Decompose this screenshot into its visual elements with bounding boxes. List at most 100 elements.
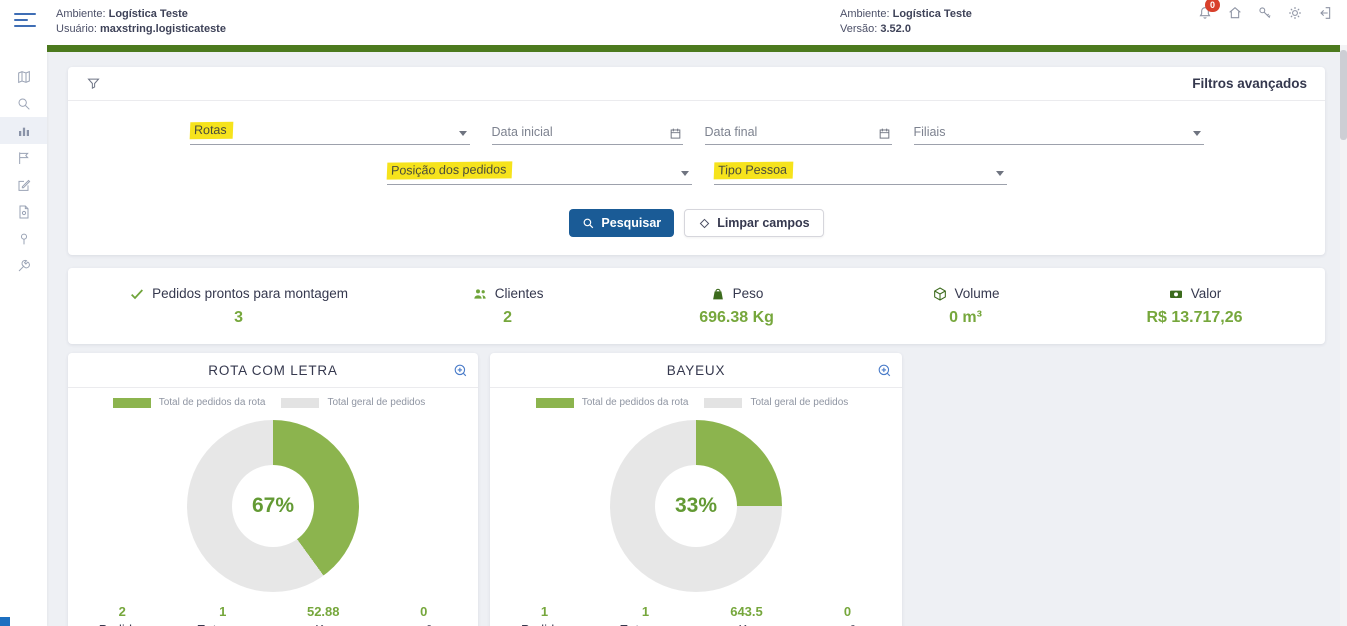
route-charts: ROTA COM LETRA Total de pedidos da rota … — [68, 353, 1325, 626]
posicao-pedidos-select[interactable]: Posição dos pedidos — [387, 161, 692, 185]
data-inicial-input[interactable]: Data inicial — [492, 121, 683, 145]
stat-label: Entregas — [173, 622, 274, 626]
stat-label: Pedidos — [494, 622, 595, 626]
versao-value: 3.52.0 — [880, 23, 911, 35]
key-icon[interactable] — [1257, 5, 1273, 21]
route-title: BAYEUX — [667, 363, 726, 378]
summary-pedidos-prontos: Pedidos prontos para montagem 3 — [84, 286, 393, 327]
stat-label: m³ — [797, 622, 898, 626]
legend-label-rota: Total de pedidos da rota — [582, 397, 689, 408]
summary-label: Volume — [955, 286, 1000, 301]
summary-peso: Peso 696.38 Kg — [622, 286, 851, 327]
stat-value: 0 — [374, 604, 475, 619]
sidebar-item-search[interactable] — [0, 90, 47, 117]
sidebar-item-flag[interactable] — [0, 144, 47, 171]
summary-label: Valor — [1191, 286, 1222, 301]
legend-label-geral: Total geral de pedidos — [750, 397, 848, 408]
rotas-select[interactable]: Rotas — [190, 121, 470, 145]
search-button-label: Pesquisar — [601, 216, 661, 230]
filter-row-1: Rotas Data inicial Data final — [68, 121, 1325, 145]
environment-info-left: Ambiente: Logística Teste Usuário: maxst… — [56, 7, 226, 37]
legend-label-geral: Total geral de pedidos — [327, 397, 425, 408]
data-inicial-placeholder: Data inicial — [492, 125, 553, 139]
versao-label: Versão: — [840, 23, 877, 35]
summary-value: 696.38 Kg — [699, 309, 774, 327]
stat-entregas: 1 Entregas — [173, 604, 274, 626]
route-stats: 1 Pedidos 1 Entregas 643.5 Kg 0 m³ — [490, 604, 902, 626]
clients-icon — [472, 286, 488, 302]
rotas-label: Rotas — [189, 122, 232, 139]
legend-swatch-rota — [536, 398, 574, 408]
filters-header: Filtros avançados — [68, 67, 1325, 101]
notifications-icon[interactable]: 0 — [1197, 5, 1213, 21]
clear-fields-button[interactable]: Limpar campos — [684, 209, 823, 237]
calendar-icon[interactable] — [669, 127, 682, 140]
tipo-pessoa-label: Tipo Pessoa — [713, 162, 793, 180]
floating-corner-button[interactable] — [0, 617, 10, 626]
stat-kg: 643.5 Kg — [696, 604, 797, 626]
ambiente-label-center: Ambiente: — [840, 8, 890, 20]
home-icon[interactable] — [1227, 5, 1243, 21]
legend-swatch-geral — [281, 398, 319, 408]
calendar-icon[interactable] — [878, 127, 891, 140]
stat-label: Entregas — [595, 622, 696, 626]
summary-volume: Volume 0 m³ — [851, 286, 1080, 327]
data-final-placeholder: Data final — [705, 125, 758, 139]
tipo-pessoa-select[interactable]: Tipo Pessoa — [714, 161, 1007, 185]
eraser-icon — [698, 217, 711, 230]
chevron-down-icon — [681, 171, 689, 176]
ambiente-label: Ambiente: — [56, 8, 106, 20]
summary-panel: Pedidos prontos para montagem 3 Clientes… — [68, 268, 1325, 344]
environment-info-center: Ambiente: Logística Teste Versão: 3.52.0 — [840, 7, 972, 37]
search-icon — [582, 217, 595, 230]
zoom-in-icon[interactable] — [877, 363, 892, 378]
scrollbar-thumb[interactable] — [1340, 50, 1347, 140]
stat-value: 2 — [72, 604, 173, 619]
clear-fields-label: Limpar campos — [717, 216, 809, 230]
stat-m3: 0 m³ — [374, 604, 475, 626]
brand-green-bar — [47, 45, 1347, 52]
chevron-down-icon — [1193, 131, 1201, 136]
chevron-down-icon — [996, 171, 1004, 176]
logout-icon[interactable] — [1317, 5, 1333, 21]
sidebar-item-document[interactable] — [0, 198, 47, 225]
route-stats: 2 Pedidos 1 Entregas 52.88 Kg 0 m³ — [68, 604, 478, 626]
sidebar-item-wrench[interactable] — [0, 252, 47, 279]
route-card-bayeux: BAYEUX Total de pedidos da rota Total ge… — [490, 353, 902, 626]
search-button[interactable]: Pesquisar — [569, 209, 674, 237]
chevron-down-icon — [459, 131, 467, 136]
stat-value: 643.5 — [696, 604, 797, 619]
filiais-select[interactable]: Filiais — [914, 121, 1204, 145]
summary-value: R$ 13.717,26 — [1146, 309, 1242, 327]
stat-label: Kg — [696, 622, 797, 626]
check-icon — [129, 286, 145, 302]
volume-icon — [932, 286, 948, 302]
summary-label: Clientes — [495, 286, 544, 301]
sidebar-item-dashboard[interactable] — [0, 117, 47, 144]
summary-label: Pedidos prontos para montagem — [152, 286, 348, 301]
usuario-value: maxstring.logisticateste — [100, 23, 226, 35]
stat-entregas: 1 Entregas — [595, 604, 696, 626]
stat-pedidos: 1 Pedidos — [494, 604, 595, 626]
filters-body: Rotas Data inicial Data final — [68, 101, 1325, 255]
settings-icon[interactable] — [1287, 5, 1303, 21]
menu-toggle-icon[interactable] — [14, 13, 38, 31]
donut-chart: 67% — [187, 420, 359, 592]
filter-actions: Pesquisar Limpar campos — [68, 209, 1325, 237]
summary-clientes: Clientes 2 — [393, 286, 622, 327]
stat-value: 1 — [173, 604, 274, 619]
sidebar-item-edit[interactable] — [0, 171, 47, 198]
zoom-in-icon[interactable] — [453, 363, 468, 378]
sidebar-nav — [0, 45, 47, 626]
filter-row-2: Posição dos pedidos Tipo Pessoa — [68, 161, 1325, 185]
data-final-input[interactable]: Data final — [705, 121, 892, 145]
notification-badge: 0 — [1205, 0, 1220, 12]
donut-chart: 33% — [610, 420, 782, 592]
filter-icon[interactable] — [86, 76, 101, 91]
summary-value: 2 — [503, 309, 512, 327]
sidebar-item-pin[interactable] — [0, 225, 47, 252]
weight-icon — [710, 286, 726, 302]
sidebar-item-map[interactable] — [0, 63, 47, 90]
chart-legend: Total de pedidos da rota Total geral de … — [490, 397, 902, 408]
donut-percentage: 67% — [252, 494, 294, 518]
